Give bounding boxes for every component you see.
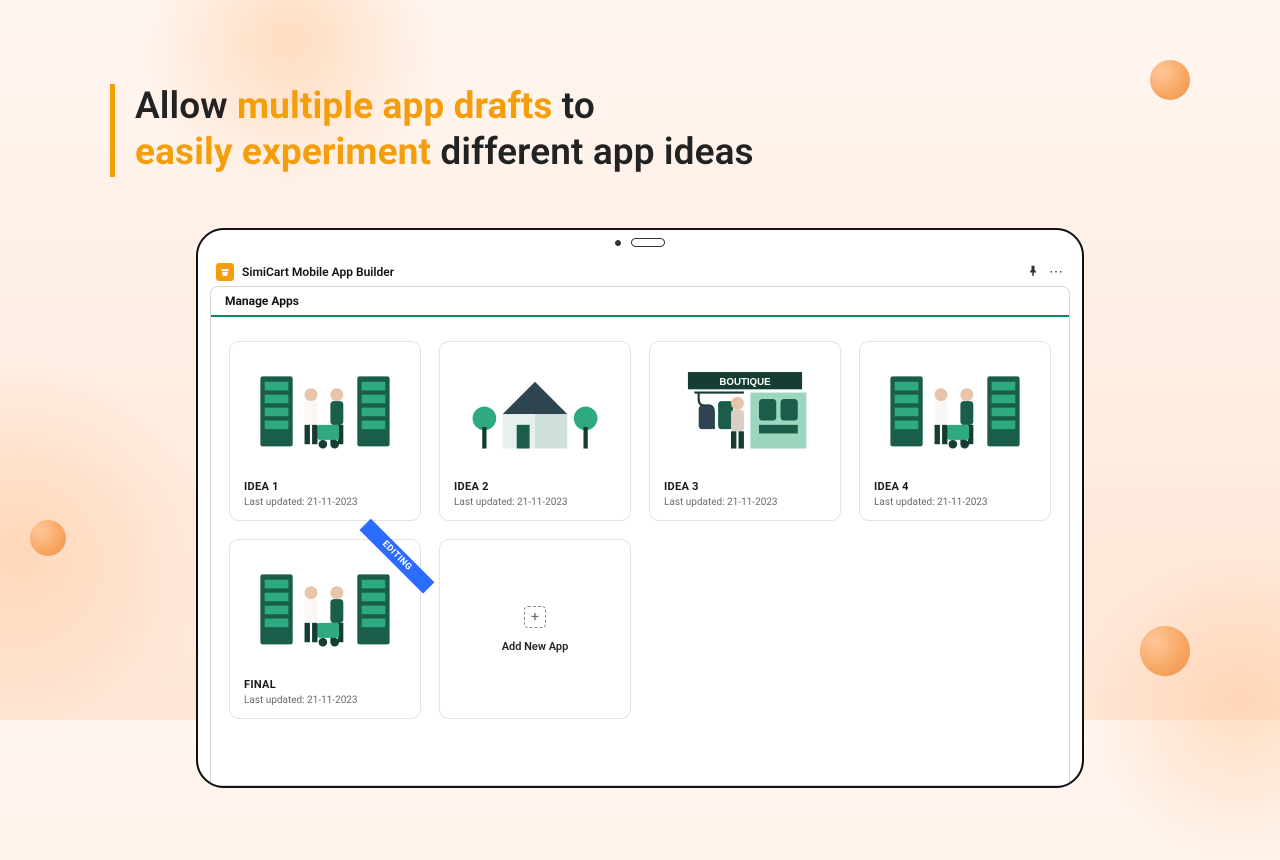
pin-icon[interactable] [1027,265,1039,280]
app-card[interactable]: IDEA 2 Last updated: 21-11-2023 [439,341,631,521]
app-grid: IDEA 1 Last updated: 21-11-2023 IDEA 2 Last… [211,317,1069,759]
card-subtitle: Last updated: 21-11-2023 [244,695,406,706]
tab-manage-apps[interactable]: Manage Apps [225,294,299,308]
app-window: Manage Apps IDEA 1 Last updated: 21-11-20… [210,286,1070,786]
headline-text: Allow [135,85,237,128]
card-illustration [244,352,406,474]
card-title: IDEA 3 [664,480,826,493]
speaker-bar-icon [631,238,665,247]
headline-block: Allow multiple app drafts to easily expe… [110,84,754,177]
tab-bar: Manage Apps [211,287,1069,317]
card-title: IDEA 1 [244,480,406,493]
app-card[interactable]: IDEA 4 Last updated: 21-11-2023 [859,341,1051,521]
headline-highlight: multiple app drafts [237,85,553,128]
card-title: FINAL [244,678,406,691]
card-subtitle: Last updated: 21-11-2023 [244,497,406,508]
card-subtitle: Last updated: 21-11-2023 [874,497,1036,508]
headline-line-2: easily experiment different app ideas [135,130,754,176]
bg-halo [0,360,210,740]
headline-line-1: Allow multiple app drafts to [135,84,754,130]
card-illustration [664,352,826,474]
app-card[interactable]: EDITINGFINALLast updated: 21-11-2023 [229,539,421,719]
card-illustration [874,352,1036,474]
card-title: IDEA 4 [874,480,1036,493]
add-new-app-card[interactable]: + Add New App [439,539,631,719]
plus-icon: + [524,606,546,628]
headline-text: different app ideas [431,131,754,174]
app-card[interactable]: IDEA 3 Last updated: 21-11-2023 [649,341,841,521]
window-title: SimiCart Mobile App Builder [242,265,394,279]
headline-highlight: easily experiment [135,131,431,174]
tablet-device: SimiCart Mobile App Builder ⋯ Manage App… [196,228,1084,788]
more-menu-icon[interactable]: ⋯ [1049,265,1064,279]
device-notch [615,238,665,247]
card-subtitle: Last updated: 21-11-2023 [664,497,826,508]
camera-dot-icon [615,240,621,246]
app-card[interactable]: IDEA 1 Last updated: 21-11-2023 [229,341,421,521]
bg-halo [1080,540,1280,860]
window-titlebar: SimiCart Mobile App Builder ⋯ [210,258,1070,286]
decor-sphere [1150,60,1190,100]
headline-text: to [553,85,595,128]
decor-sphere [1140,626,1190,676]
card-subtitle: Last updated: 21-11-2023 [454,497,616,508]
card-title: IDEA 2 [454,480,616,493]
card-illustration [244,550,406,672]
add-new-app-label: Add New App [502,640,569,653]
brand-logo-icon [216,263,234,281]
decor-sphere [30,520,66,556]
card-illustration [454,352,616,474]
